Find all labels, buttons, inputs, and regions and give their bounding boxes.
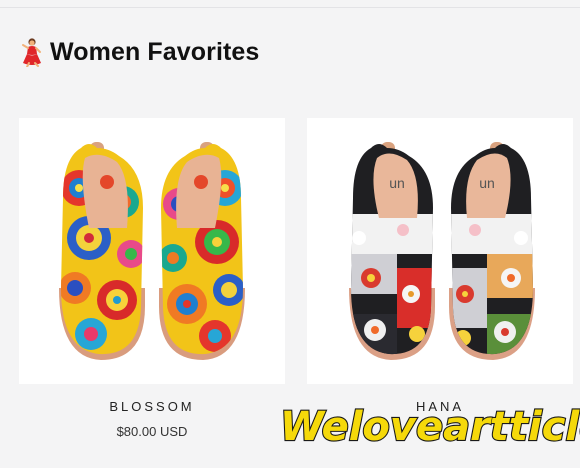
- svg-text:un: un: [389, 175, 405, 191]
- product-image-blossom: [59, 142, 245, 360]
- woman-dancing-icon: [22, 38, 41, 67]
- product-card-blossom[interactable]: [19, 118, 285, 384]
- svg-text:un: un: [479, 175, 495, 191]
- product-price-blossom: $80.00 USD: [116, 424, 188, 439]
- watermark-logo: Weloveartticle: [279, 403, 580, 451]
- top-divider: [0, 7, 580, 8]
- section-header: Women Favorites: [20, 34, 259, 70]
- page: Women Favorites un un BLOSSOM $80.00 USD…: [0, 0, 580, 468]
- product-name-blossom[interactable]: BLOSSOM: [19, 399, 285, 414]
- product-card-hana[interactable]: un un: [307, 118, 573, 384]
- section-title: Women Favorites: [50, 37, 260, 66]
- watermark-text: Weloveartticle: [280, 404, 580, 450]
- product-image-hana: un un: [349, 142, 535, 360]
